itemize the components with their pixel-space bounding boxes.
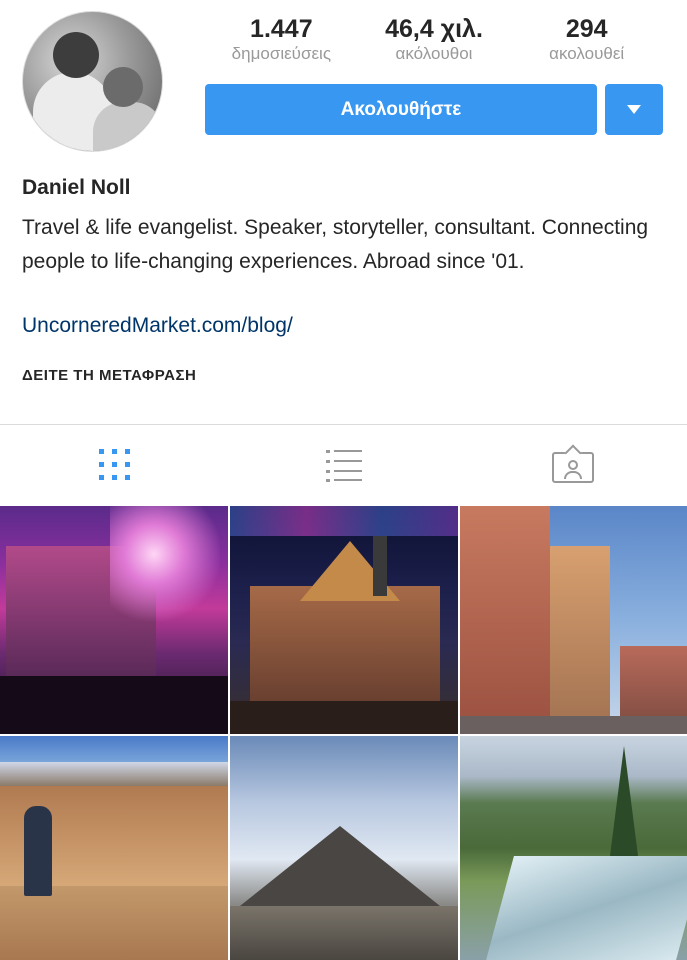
grid-icon — [98, 449, 131, 481]
post-thumbnail[interactable] — [460, 506, 687, 734]
posts-stat[interactable]: 1.447 δημοσιεύσεις — [205, 14, 358, 64]
profile-website-link[interactable]: UncorneredMarket.com/blog/ — [22, 314, 293, 338]
followers-label: ακόλουθοι — [395, 44, 473, 63]
tab-tagged[interactable] — [458, 425, 687, 505]
posts-count: 1.447 — [250, 15, 313, 43]
post-thumbnail[interactable] — [460, 736, 687, 960]
list-icon — [325, 449, 362, 482]
profile-avatar[interactable] — [22, 11, 163, 152]
suggestions-dropdown-button[interactable] — [605, 84, 663, 135]
post-thumbnail[interactable] — [230, 506, 458, 734]
tab-grid[interactable] — [0, 425, 229, 505]
followers-stat[interactable]: 46,4 χιλ. ακόλουθοι — [358, 14, 511, 64]
caret-down-icon — [627, 105, 641, 114]
posts-label: δημοσιεύσεις — [231, 44, 332, 63]
profile-tabs — [0, 425, 687, 505]
tagged-icon — [551, 444, 594, 483]
profile-stats: 1.447 δημοσιεύσεις 46,4 χιλ. ακόλουθοι 2… — [205, 14, 663, 64]
following-label: ακολουθεί — [549, 44, 625, 63]
tab-list[interactable] — [229, 425, 458, 505]
post-thumbnail[interactable] — [230, 736, 458, 960]
profile-name: Daniel Noll — [22, 176, 131, 199]
avatar-face-shape — [53, 32, 99, 78]
avatar-face-shape — [103, 67, 143, 107]
profile-bio: Travel & life evangelist. Speaker, story… — [22, 216, 649, 273]
following-stat[interactable]: 294 ακολουθεί — [510, 14, 663, 64]
see-translation-button[interactable]: ΔΕΙΤΕ ΤΗ ΜΕΤΑΦΡΑΣΗ — [22, 367, 196, 384]
avatar-figure-shape — [93, 102, 162, 151]
follow-button[interactable]: Ακολουθήστε — [205, 84, 597, 135]
post-thumbnail[interactable] — [0, 506, 228, 734]
followers-count: 46,4 χιλ. — [385, 15, 483, 43]
following-count: 294 — [565, 15, 608, 43]
post-thumbnail[interactable] — [0, 736, 228, 960]
